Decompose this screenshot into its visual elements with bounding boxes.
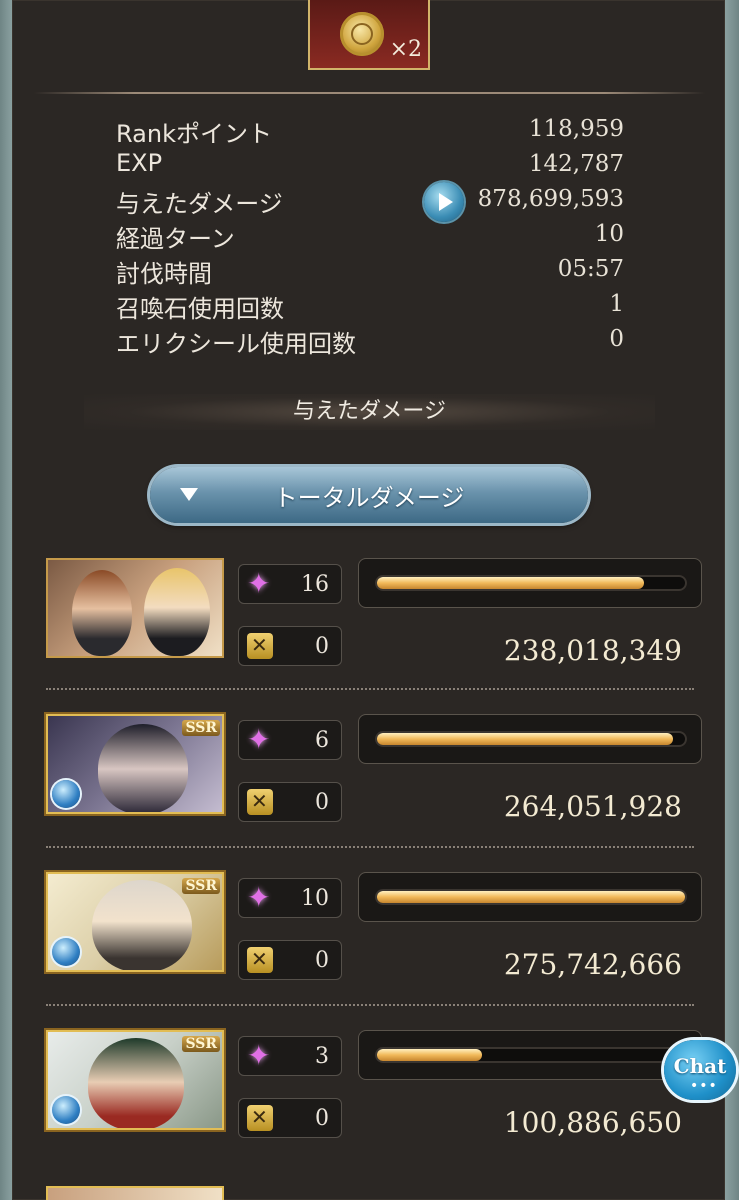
character-face [92,880,192,970]
stat-label: 経過ターン [116,225,235,253]
character-row: SSR 6 0 264,051,928 [46,714,704,824]
sparkle-icon [247,881,273,914]
damage-bar-fill [377,891,685,903]
stat-turns: 経過ターン 10 [116,219,624,254]
stat-damage: 与えたダメージ 878,699,593 [116,182,624,222]
stat-value: 142,787 [528,151,624,177]
reward-count: ×2 [389,37,422,62]
ca-count: 0 [315,1106,329,1131]
stat-exp: EXP 142,787 [116,149,624,184]
sparkle-icon [247,1039,273,1072]
damage-bar-fill [377,733,673,745]
stat-value: 878,699,593 [477,186,624,212]
stat-value: 0 [609,326,624,352]
crossed-swords-icon [247,789,273,815]
ca-count-box: 0 [238,626,342,666]
ellipsis-icon: ••• [690,1078,718,1094]
stat-rank-points: Rankポイント 118,959 [116,114,624,149]
character-portrait[interactable]: SSR [46,1030,224,1130]
damage-bar [358,1030,702,1080]
stat-label: 与えたダメージ [116,190,283,218]
charge-count-box: 10 [238,878,342,918]
charge-count: 10 [301,886,329,911]
stat-value: 1 [609,291,624,317]
damage-bar-track [375,889,687,905]
ca-count-box: 0 [238,940,342,980]
water-element-icon [52,938,80,966]
crossed-swords-icon [247,633,273,659]
battle-stats: Rankポイント 118,959 EXP 142,787 与えたダメージ 878… [116,114,624,359]
damage-value: 264,051,928 [503,790,682,823]
charge-count-box: 6 [238,720,342,760]
damage-bar-fill [377,1049,483,1061]
damage-value: 275,742,666 [503,948,682,981]
ssr-badge: SSR [182,878,220,894]
total-damage-label: トータルダメージ [273,484,465,512]
row-divider [46,1004,694,1006]
charge-count-box: 3 [238,1036,342,1076]
ca-count-box: 0 [238,1098,342,1138]
stat-label: EXP [116,149,163,177]
row-divider [46,846,694,848]
charge-count-box: 16 [238,564,342,604]
play-icon[interactable] [424,182,464,222]
chat-button[interactable]: Chat ••• [664,1040,736,1100]
total-damage-dropdown[interactable]: トータルダメージ [150,467,588,523]
stat-summon-uses: 召喚石使用回数 1 [116,289,624,324]
charge-count: 3 [315,1044,329,1069]
ssr-badge: SSR [182,1036,220,1052]
stat-value: 10 [594,221,624,247]
character-portrait-partial [46,1186,224,1200]
character-row: SSR 10 0 275,742,666 [46,872,704,982]
damage-value: 238,018,349 [503,634,682,667]
ca-count: 0 [315,790,329,815]
damage-bar [358,872,702,922]
character-portrait[interactable]: SSR [46,872,224,972]
character-face [88,1038,184,1128]
damage-value: 100,886,650 [503,1106,682,1139]
sparkle-icon [247,567,273,600]
section-header: 与えたダメージ [84,394,655,430]
right-gutter [725,0,739,1200]
charge-count: 16 [301,572,329,597]
damage-bar-track [375,731,687,747]
charge-count: 6 [315,728,329,753]
damage-bar [358,714,702,764]
chat-label: Chat [673,1054,727,1078]
damage-bar-track [375,575,687,591]
ssr-badge: SSR [182,720,220,736]
character-row: SSR 3 0 100,886,650 [46,1030,704,1140]
water-element-icon [52,1096,80,1124]
stat-elixir-uses: エリクシール使用回数 0 [116,324,624,359]
section-title: 与えたダメージ [293,399,446,424]
gold-medal-icon [340,12,384,56]
damage-bar [358,558,702,608]
stat-label: Rankポイント [116,120,272,148]
crossed-swords-icon [247,1105,273,1131]
character-row: 16 0 238,018,349 [46,558,704,668]
character-portrait[interactable] [46,558,224,658]
left-gutter [0,0,12,1200]
row-divider [46,688,694,690]
character-face [72,570,132,656]
reward-item[interactable]: ×2 [308,0,430,70]
stat-time: 討伐時間 05:57 [116,254,624,289]
ca-count: 0 [315,948,329,973]
stat-label: 召喚石使用回数 [116,295,284,323]
sparkle-icon [247,723,273,756]
stat-value: 118,959 [528,116,624,142]
character-portrait[interactable]: SSR [46,714,224,814]
crossed-swords-icon [247,947,273,973]
damage-bar-fill [377,577,645,589]
ca-count-box: 0 [238,782,342,822]
damage-bar-track [375,1047,687,1063]
ca-count: 0 [315,634,329,659]
stat-label: エリクシール使用回数 [116,330,356,358]
character-face [144,568,210,656]
stat-label: 討伐時間 [116,260,212,288]
character-face [98,724,188,812]
ornament-divider [34,90,705,96]
water-element-icon [52,780,80,808]
stat-value: 05:57 [557,256,624,282]
